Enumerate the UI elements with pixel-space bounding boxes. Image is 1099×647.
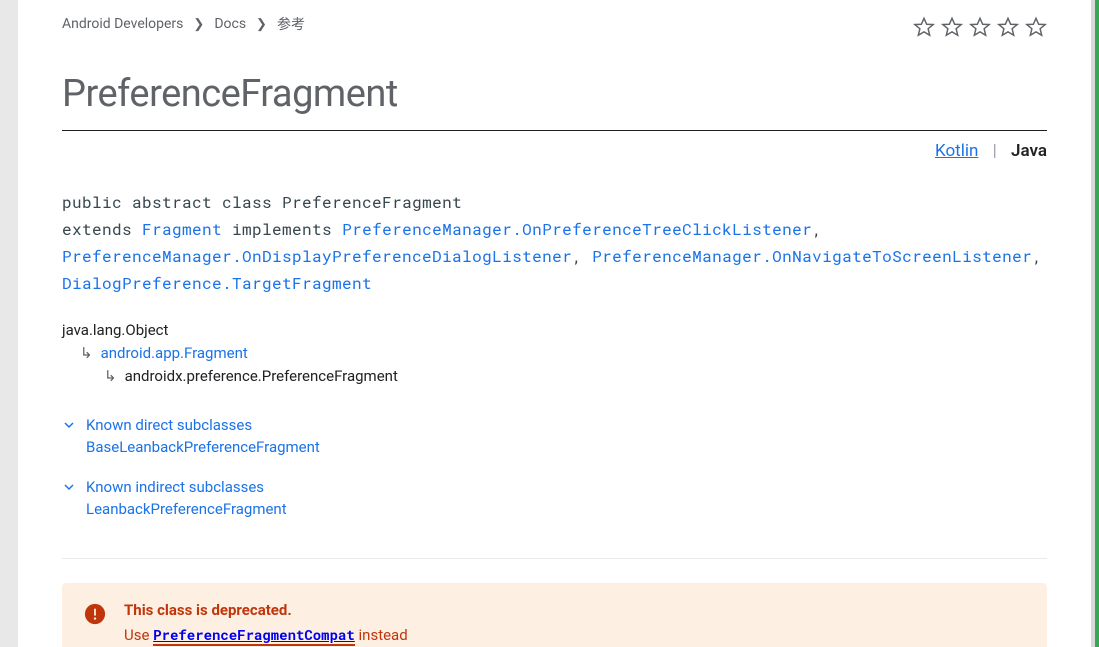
subclass-link[interactable]: BaseLeanbackPreferenceFragment — [86, 438, 320, 456]
class-signature: public abstract class PreferenceFragment… — [62, 189, 1047, 297]
breadcrumb: Android Developers ❯ Docs ❯ 参考 — [62, 14, 305, 34]
subclasses-label: Known indirect subclasses — [86, 478, 264, 496]
sig-class-name: PreferenceFragment — [282, 192, 462, 213]
rating-stars[interactable] — [913, 14, 1047, 42]
star-icon[interactable] — [997, 16, 1019, 42]
sig-impl-link[interactable]: PreferenceManager.OnNavigateToScreenList… — [592, 246, 1032, 267]
section-divider — [62, 558, 1047, 559]
tab-kotlin[interactable]: Kotlin — [935, 141, 978, 161]
star-icon[interactable] — [941, 16, 963, 42]
hierarchy-row: java.lang.Object — [62, 319, 1047, 342]
sig-text: public abstract class — [62, 192, 282, 213]
deprecation-title: This class is deprecated. — [124, 601, 408, 619]
star-icon[interactable] — [969, 16, 991, 42]
subclasses-section: Known direct subclasses BaseLeanbackPref… — [62, 416, 1047, 518]
class-hierarchy: java.lang.Object ↳android.app.Fragment ↳… — [62, 319, 1047, 388]
hierarchy-row: ↳androidx.preference.PreferenceFragment — [62, 365, 1047, 388]
tab-separator: | — [983, 141, 1007, 161]
deprecation-suffix: instead — [355, 626, 408, 644]
sig-text: , — [1032, 246, 1042, 267]
hierarchy-current: androidx.preference.PreferenceFragment — [125, 367, 398, 385]
topbar: Android Developers ❯ Docs ❯ 参考 — [62, 14, 1047, 42]
known-direct-subclasses-toggle[interactable]: Known direct subclasses — [62, 416, 1047, 434]
hierarchy-arrow-icon: ↳ — [80, 344, 101, 362]
deprecation-prefix: Use — [124, 626, 153, 644]
deprecation-link[interactable]: PreferenceFragmentCompat — [153, 626, 355, 644]
page-title: PreferenceFragment — [62, 72, 1047, 131]
sig-text: extends — [62, 219, 142, 240]
deprecation-notice: This class is deprecated. Use Preference… — [62, 583, 1047, 647]
hierarchy-arrow-icon: ↳ — [104, 367, 125, 385]
subclasses-label: Known direct subclasses — [86, 416, 252, 434]
sig-impl-link[interactable]: PreferenceManager.OnDisplayPreferenceDia… — [62, 246, 572, 267]
breadcrumb-item[interactable]: 参考 — [277, 14, 305, 34]
sig-text: , — [572, 246, 592, 267]
tab-java[interactable]: Java — [1011, 141, 1047, 161]
breadcrumb-item[interactable]: Android Developers — [62, 16, 183, 32]
star-icon[interactable] — [913, 16, 935, 42]
deprecation-text: Use PreferenceFragmentCompat instead — [124, 625, 408, 644]
breadcrumb-item[interactable]: Docs — [214, 16, 246, 32]
star-icon[interactable] — [1025, 16, 1047, 42]
chevron-down-icon — [62, 420, 76, 430]
sig-impl-link[interactable]: DialogPreference.TargetFragment — [62, 273, 372, 294]
chevron-down-icon — [62, 482, 76, 492]
sig-text: , — [812, 219, 822, 240]
language-tabs: Kotlin | Java — [62, 141, 1047, 161]
warning-icon — [84, 603, 106, 625]
hierarchy-row: ↳android.app.Fragment — [62, 342, 1047, 365]
chevron-right-icon: ❯ — [193, 17, 204, 32]
known-indirect-subclasses-toggle[interactable]: Known indirect subclasses — [62, 478, 1047, 496]
chevron-right-icon: ❯ — [256, 17, 267, 32]
sig-text: implements — [222, 219, 342, 240]
hierarchy-link[interactable]: android.app.Fragment — [101, 344, 248, 362]
sig-impl-link[interactable]: PreferenceManager.OnPreferenceTreeClickL… — [342, 219, 812, 240]
subclass-link[interactable]: LeanbackPreferenceFragment — [86, 500, 287, 518]
sig-extends-link[interactable]: Fragment — [142, 219, 222, 240]
